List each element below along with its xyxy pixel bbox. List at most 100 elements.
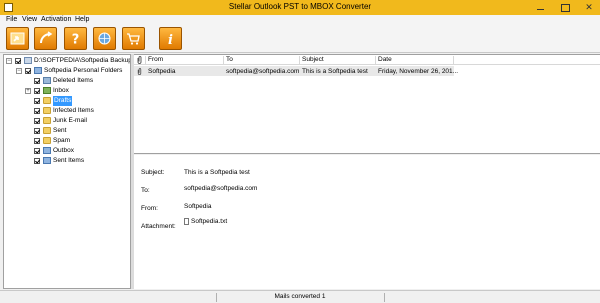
header-separator bbox=[453, 56, 454, 64]
table-row[interactable]: Softpedia softpedia@softpedia.com This i… bbox=[134, 66, 458, 77]
tree-item-label: Sent Items bbox=[53, 157, 85, 164]
buy-cart-icon bbox=[127, 33, 140, 45]
menu-bar: File View Activation Help bbox=[0, 15, 600, 25]
menu-file[interactable]: File bbox=[6, 16, 17, 23]
message-preview: Subject: This is a Softpedia test To: so… bbox=[134, 155, 600, 289]
status-separator bbox=[384, 293, 385, 302]
pst-file-icon bbox=[24, 57, 32, 64]
to-value: softpedia@softpedia.com bbox=[184, 185, 258, 192]
minimize-button[interactable] bbox=[529, 0, 553, 15]
tree-item-label: Inbox bbox=[53, 87, 69, 94]
tree-item-label: Sent bbox=[53, 127, 67, 134]
tree-item-sent[interactable]: Sent bbox=[34, 126, 130, 136]
tree-item-junk-email[interactable]: Junk E-mail bbox=[34, 116, 130, 126]
header-to[interactable]: To bbox=[226, 56, 233, 63]
attachment-label: Attachment: bbox=[141, 223, 176, 230]
status-bar: Mails converted 1 bbox=[0, 290, 600, 303]
from-label: From: bbox=[141, 205, 158, 212]
mailbox-icon bbox=[34, 67, 42, 74]
collapse-icon[interactable]: − bbox=[6, 58, 12, 64]
expand-icon[interactable]: + bbox=[25, 88, 31, 94]
tree-item-label: Deleted Items bbox=[53, 77, 94, 84]
row-from: Softpedia bbox=[148, 68, 176, 75]
tree-item-label: Drafts bbox=[53, 96, 73, 106]
attachment-file[interactable]: Softpedia.txt bbox=[191, 218, 227, 225]
outbox-checkbox[interactable] bbox=[34, 148, 40, 154]
attachment-icon bbox=[137, 68, 142, 77]
tree-item-outbox[interactable]: Outbox bbox=[34, 146, 130, 156]
folder-icon bbox=[43, 107, 51, 114]
register-icon bbox=[98, 32, 111, 45]
tree-item-label: Spam bbox=[53, 137, 70, 144]
list-header: From To Subject Date bbox=[134, 55, 600, 65]
info-icon: i bbox=[168, 33, 173, 46]
personal-folders-checkbox[interactable] bbox=[25, 68, 31, 74]
toolbar: ? i bbox=[0, 25, 600, 53]
drafts-checkbox[interactable] bbox=[34, 98, 40, 104]
menu-view[interactable]: View bbox=[22, 16, 37, 23]
tree-item-spam[interactable]: Spam bbox=[34, 136, 130, 146]
tree-item-inbox[interactable]: + Inbox bbox=[25, 86, 130, 96]
tree-item-drafts[interactable]: Drafts bbox=[34, 96, 130, 106]
open-file-button[interactable] bbox=[6, 27, 29, 50]
header-separator bbox=[145, 56, 146, 64]
tree-root[interactable]: − D:\SOFTPEDIA\Softpedia Backup.pst bbox=[6, 56, 130, 66]
sent-items-icon bbox=[43, 157, 51, 164]
tree-item-label: Junk E-mail bbox=[53, 117, 87, 124]
tree-personal-label: Softpedia Personal Folders bbox=[44, 67, 123, 74]
help-icon: ? bbox=[72, 33, 80, 47]
convert-button[interactable] bbox=[34, 27, 57, 50]
outbox-icon bbox=[43, 147, 51, 154]
menu-activation[interactable]: Activation bbox=[41, 16, 71, 23]
header-separator bbox=[299, 56, 300, 64]
close-button[interactable]: ✕ bbox=[577, 0, 600, 15]
junk-email-checkbox[interactable] bbox=[34, 118, 40, 124]
help-button[interactable]: ? bbox=[64, 27, 87, 50]
header-separator bbox=[375, 56, 376, 64]
folder-icon bbox=[43, 97, 51, 104]
folder-tree: − D:\SOFTPEDIA\Softpedia Backup.pst − So… bbox=[3, 54, 131, 289]
row-subject: This is a Softpedia test bbox=[302, 68, 368, 75]
deleted-items-checkbox[interactable] bbox=[34, 78, 40, 84]
window-title: Stellar Outlook PST to MBOX Converter bbox=[228, 2, 372, 11]
folder-icon bbox=[43, 137, 51, 144]
svg-text:?: ? bbox=[72, 33, 80, 47]
collapse-icon[interactable]: − bbox=[16, 68, 22, 74]
text-file-icon bbox=[184, 218, 189, 225]
tree-item-label: Outbox bbox=[53, 147, 74, 154]
inbox-checkbox[interactable] bbox=[34, 88, 40, 94]
info-button[interactable]: i bbox=[159, 27, 182, 50]
subject-value: This is a Softpedia test bbox=[184, 169, 250, 176]
buy-button[interactable] bbox=[122, 27, 145, 50]
row-to: softpedia@softpedia.com bbox=[226, 68, 300, 75]
sent-items-checkbox[interactable] bbox=[34, 158, 40, 164]
to-label: To: bbox=[141, 187, 150, 194]
svg-text:i: i bbox=[168, 33, 173, 46]
tree-item-deleted-items[interactable]: Deleted Items bbox=[34, 76, 130, 86]
root-checkbox[interactable] bbox=[15, 58, 21, 64]
header-separator bbox=[223, 56, 224, 64]
open-file-icon bbox=[10, 32, 25, 45]
sent-checkbox[interactable] bbox=[34, 128, 40, 134]
from-value: Softpedia bbox=[184, 203, 212, 210]
tree-item-label: Infected Items bbox=[53, 107, 94, 114]
trash-icon bbox=[43, 77, 51, 84]
register-button[interactable] bbox=[93, 27, 116, 50]
infected-items-checkbox[interactable] bbox=[34, 108, 40, 114]
header-date[interactable]: Date bbox=[378, 56, 392, 63]
message-list: From To Subject Date Softpedia softpedia… bbox=[134, 54, 600, 154]
inbox-icon bbox=[43, 87, 51, 94]
spam-checkbox[interactable] bbox=[34, 138, 40, 144]
tree-item-infected-items[interactable]: Infected Items bbox=[34, 106, 130, 116]
tree-item-sent-items[interactable]: Sent Items bbox=[34, 156, 130, 166]
subject-label: Subject: bbox=[141, 169, 165, 176]
header-from[interactable]: From bbox=[148, 56, 163, 63]
attachment-column-icon[interactable] bbox=[137, 56, 142, 66]
title-bar: Stellar Outlook PST to MBOX Converter ✕ bbox=[0, 0, 600, 15]
tree-root-label: D:\SOFTPEDIA\Softpedia Backup.pst bbox=[34, 57, 130, 64]
header-subject[interactable]: Subject bbox=[302, 56, 324, 63]
folder-icon bbox=[43, 127, 51, 134]
menu-help[interactable]: Help bbox=[75, 16, 89, 23]
tree-personal-folders[interactable]: − Softpedia Personal Folders bbox=[16, 66, 130, 76]
maximize-button[interactable] bbox=[553, 0, 577, 15]
